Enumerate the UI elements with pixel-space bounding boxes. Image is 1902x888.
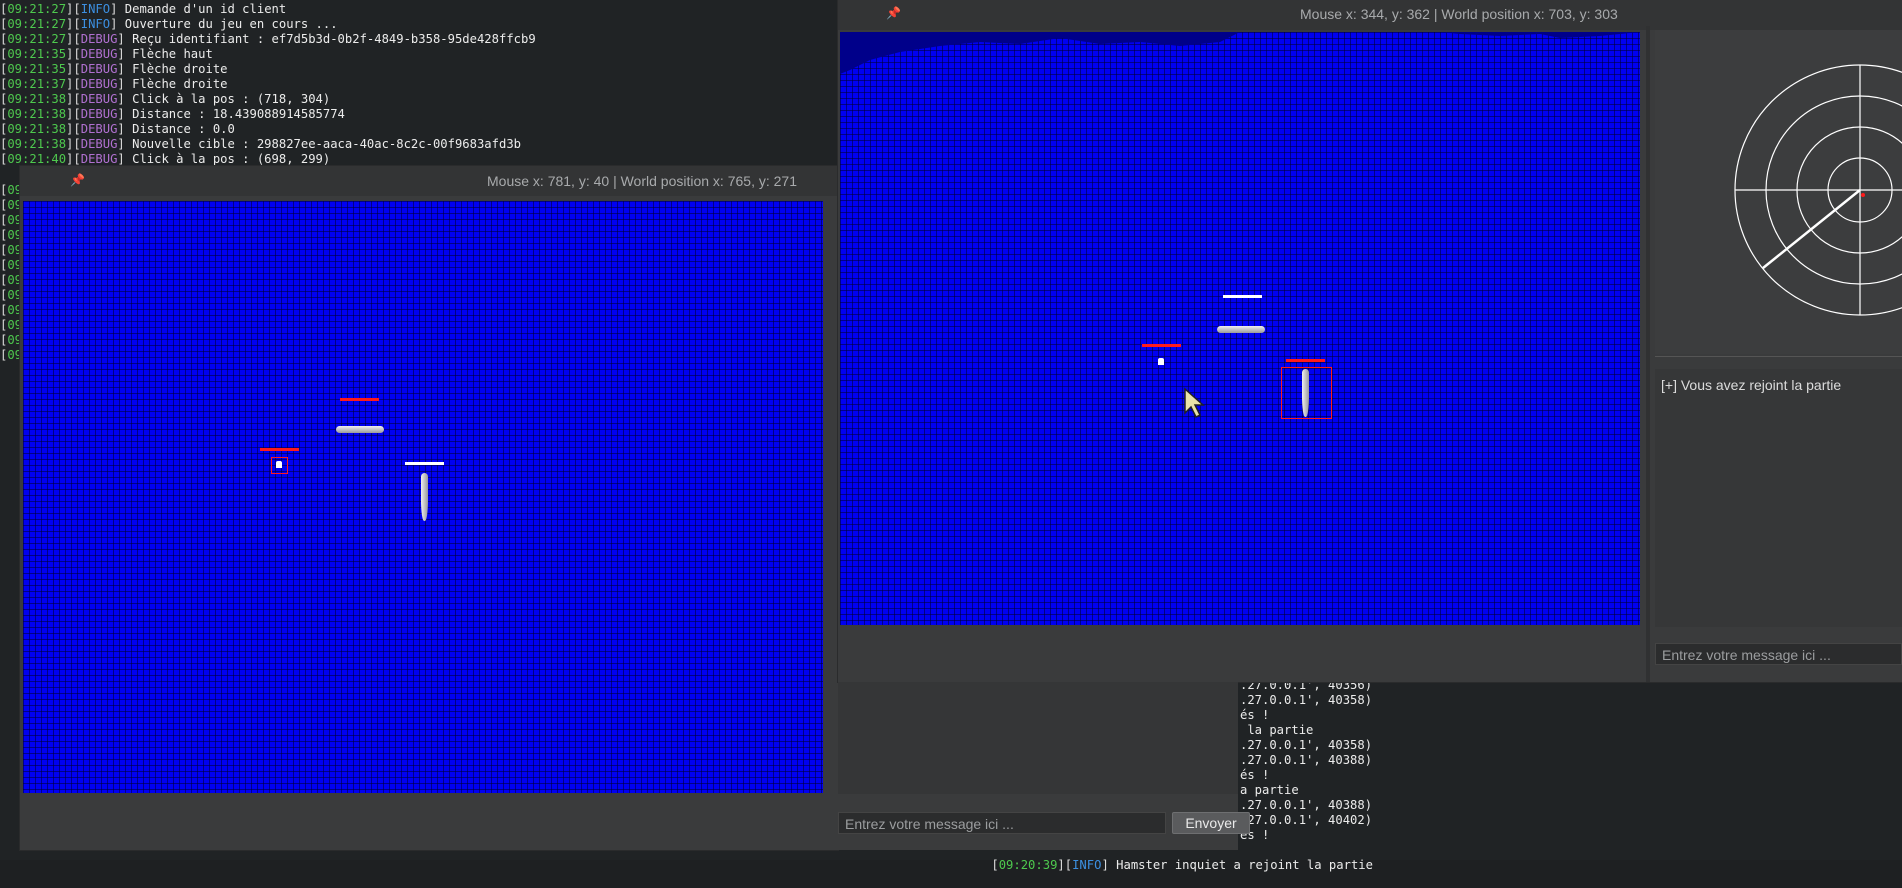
radar-separator: [1655, 356, 1902, 357]
radar-icon: [1734, 64, 1902, 316]
server-log-line: a partie: [1240, 783, 1299, 797]
server-log-line: .27.0.0.1', 40388): [1240, 798, 1373, 812]
own-ship[interactable]: [421, 473, 428, 521]
server-log-line: és !: [1240, 708, 1270, 722]
boat-health-bar: [260, 448, 299, 451]
obscured-log-line: [09: [0, 318, 23, 332]
game-map[interactable]: [840, 32, 1640, 625]
radar-panel: [1655, 30, 1902, 357]
log-line: [09:21:38][DEBUG] Distance : 0.0: [0, 122, 235, 136]
log-line: [09:21:38][DEBUG] Click à la pos : (718,…: [0, 92, 331, 106]
pin-icon[interactable]: 📌: [886, 6, 901, 20]
server-log-line: la partie: [1240, 723, 1314, 737]
obscured-log-line: [09: [0, 288, 23, 302]
server-log-line: .27.0.0.1', 40358): [1240, 693, 1373, 707]
obscured-log-line: [09: [0, 228, 23, 242]
obscured-log-line: [09: [0, 258, 23, 272]
server-log-line: .27.0.0.1', 40388): [1240, 753, 1373, 767]
mouse-position-status: Mouse x: 344, y: 362 | World position x:…: [1300, 6, 1618, 22]
log-line: [09:21:38][DEBUG] Distance : 18.43908891…: [0, 107, 345, 121]
chat-input-right[interactable]: Entrez votre message ici ...: [1655, 643, 1902, 665]
fog-of-war: [840, 32, 1640, 74]
panel-divider[interactable]: [1646, 26, 1650, 682]
obscured-log-line: [09: [0, 213, 23, 227]
own-ship[interactable]: [1217, 326, 1265, 333]
left-chat-log: [838, 682, 1238, 794]
log-line: [09:21:27][INFO] Demande d'un id client: [0, 2, 287, 16]
game-window-right[interactable]: 📌 Mouse x: 344, y: 362 | World position …: [838, 0, 1902, 682]
obscured-log-line: [09: [0, 273, 23, 287]
small-boat[interactable]: [276, 461, 282, 468]
log-line: [09:21:40][DEBUG] Click à la pos : (698,…: [0, 152, 331, 166]
log-line: [09:21:37][DEBUG] Flèche droite: [0, 77, 228, 91]
mouse-position-status: Mouse x: 781, y: 40 | World position x: …: [487, 173, 797, 189]
obscured-log-line: [09: [0, 243, 23, 257]
enemy-ship-health-bar: [340, 398, 379, 401]
chat-input-left[interactable]: Entrez votre message ici ...: [838, 812, 1166, 834]
chat-messages: [+] Vous avez rejoint la partie: [1655, 369, 1902, 627]
log-line: [09:21:27][DEBUG] Reçu identifiant : ef7…: [0, 32, 536, 46]
log-line: [09:21:35][DEBUG] Flèche haut: [0, 47, 213, 61]
enemy-ship[interactable]: [1302, 369, 1309, 417]
server-log-line: .27.0.0.1', 40402): [1240, 813, 1373, 827]
enemy-ship-health-bar: [1286, 359, 1325, 362]
own-ship-health-bar: [405, 462, 444, 465]
chat-message: [+] Vous avez rejoint la partie: [1661, 377, 1842, 393]
game-window-left[interactable]: 📌 Mouse x: 781, y: 40 | World position x…: [20, 166, 838, 850]
enemy-ship[interactable]: [336, 426, 384, 433]
small-boat[interactable]: [1158, 358, 1164, 365]
log-line: [09:21:35][DEBUG] Flèche droite: [0, 62, 228, 76]
obscured-log-line: [09: [0, 333, 23, 347]
own-ship-health-bar: [1223, 295, 1262, 298]
send-button[interactable]: Envoyer: [1172, 812, 1250, 834]
obscured-log-line: [09: [0, 303, 23, 317]
pin-icon[interactable]: 📌: [70, 173, 85, 187]
log-line: [09:21:38][DEBUG] Nouvelle cible : 29882…: [0, 137, 521, 151]
boat-health-bar: [1142, 344, 1181, 347]
game-map[interactable]: [23, 201, 823, 793]
obscured-log-line: [09: [0, 348, 23, 362]
log-line: [09:21:27][INFO] Ouverture du jeu en cou…: [0, 17, 338, 31]
server-log-line: és !: [1240, 768, 1270, 782]
obscured-log-line: [09: [0, 198, 23, 212]
mouse-cursor-icon: [1184, 387, 1205, 419]
obscured-log-line: [09: [0, 183, 23, 197]
server-log-line: .27.0.0.1', 40358): [1240, 738, 1373, 752]
